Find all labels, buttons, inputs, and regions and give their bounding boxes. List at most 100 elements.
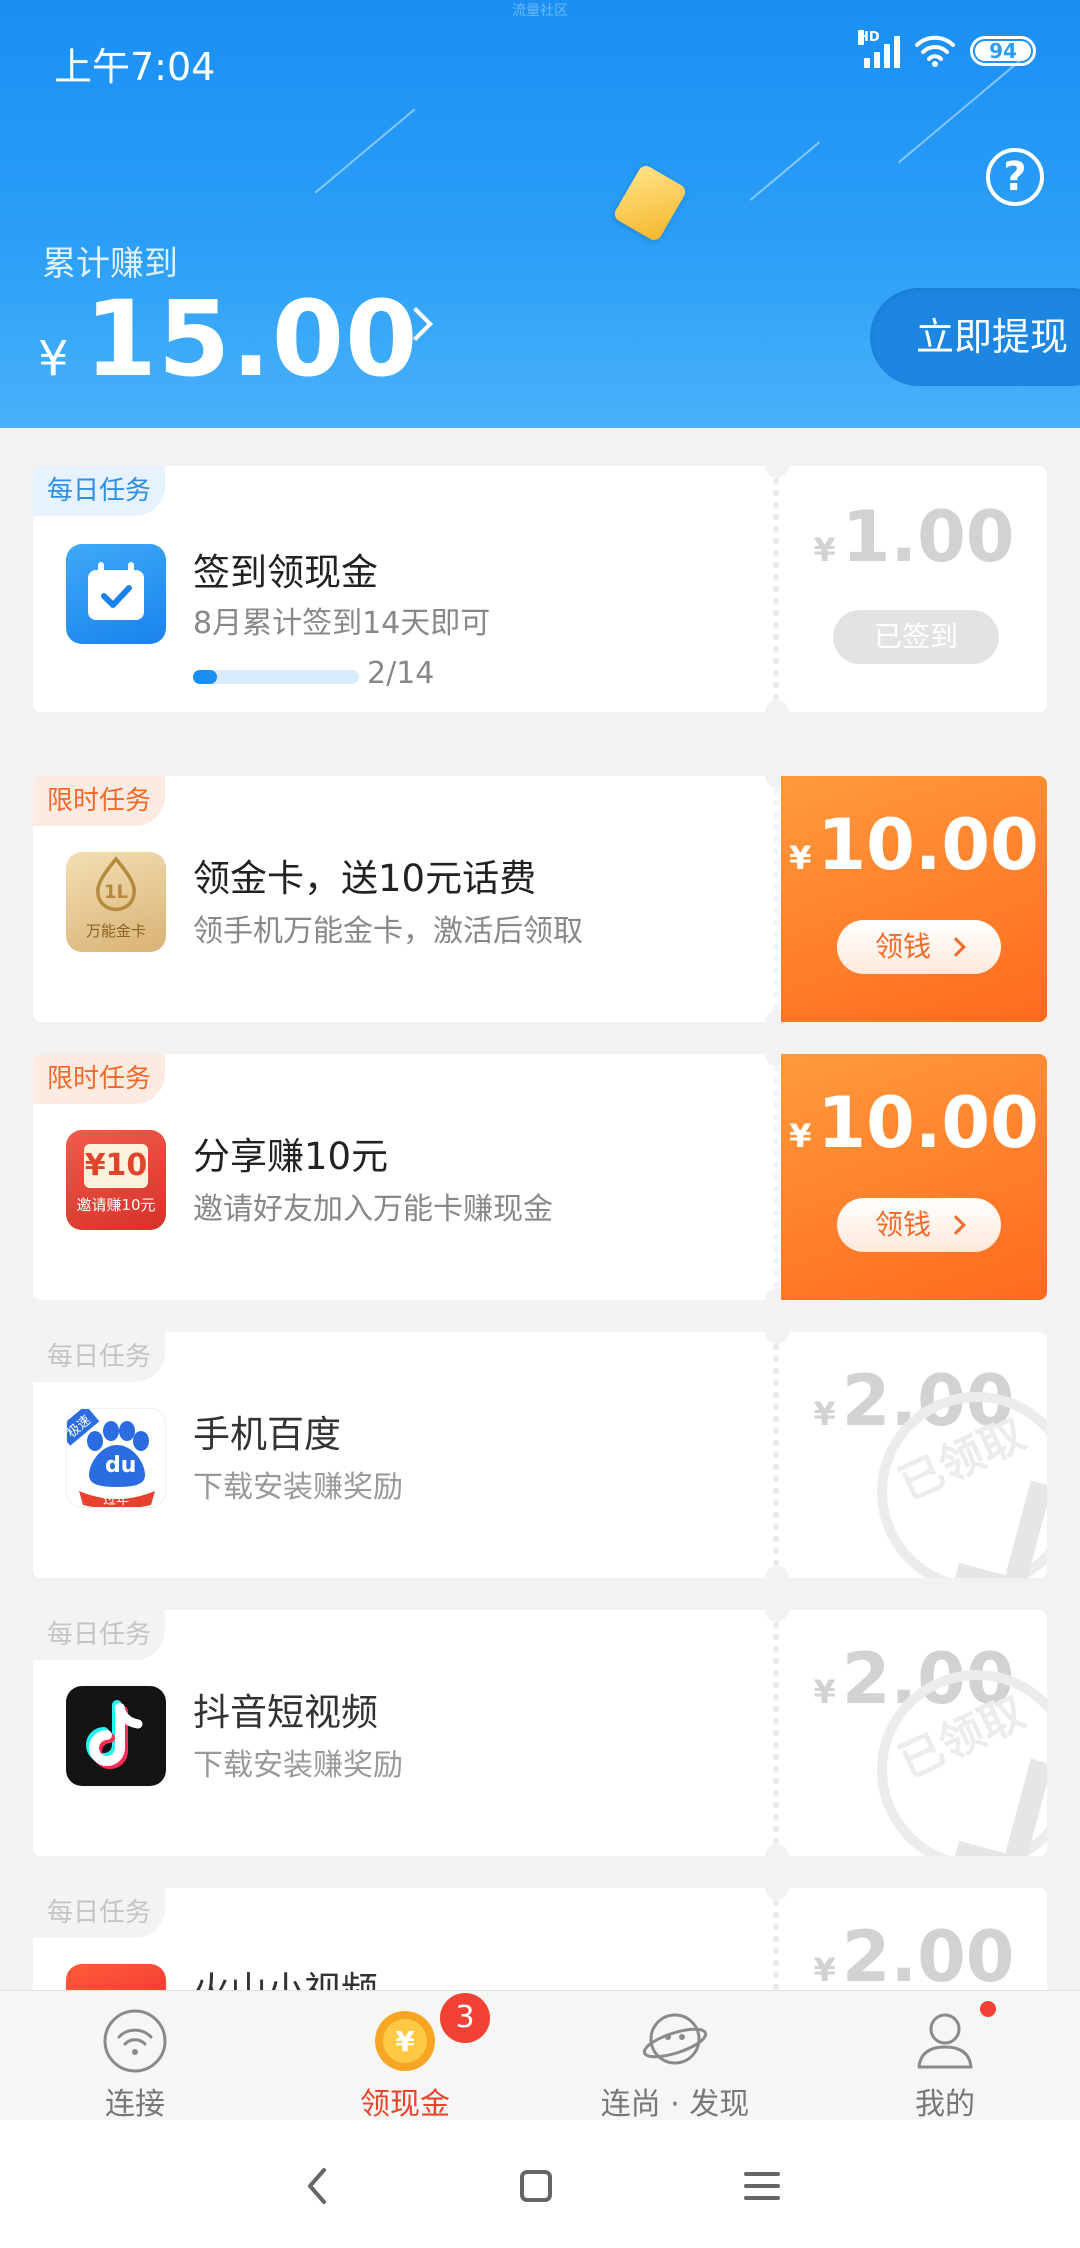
reward-value: 1.00 [841,496,1015,578]
task-card-baidu[interactable]: 每日任务 du 极速 过年 手机百度 下载安装赚奖励 ¥ 2.00 已领取 [33,1332,1047,1578]
claim-button[interactable]: 领钱 [837,920,1001,974]
wifi-connect-icon [103,2009,167,2073]
reward-panel: ¥ 10.00 领钱 [781,776,1047,1022]
task-card-share[interactable]: 限时任务 ¥10 邀请赚10元 分享赚10元 邀请好友加入万能卡赚现金 ¥ 10… [33,1054,1047,1300]
wifi-icon [915,35,955,67]
coupon-icon: ¥10 邀请赚10元 [66,1130,166,1230]
signin-progress-fill [193,670,217,684]
claim-label: 领钱 [874,930,931,963]
reward-value: 10.00 [817,1082,1039,1164]
calendar-check-icon [66,544,166,644]
back-icon[interactable] [290,2158,346,2214]
task-card-douyin[interactable]: 每日任务 抖音短视频 下载安装赚奖励 ¥ 2.00 已领取 [33,1610,1047,1856]
reward-panel: ¥ 2.00 已领取 [781,1610,1047,1856]
tab-cash[interactable]: ¥ 3 领现金 [270,1991,540,2122]
ticket-divider [773,1344,779,1566]
task-tag: 限时任务 [33,1054,166,1104]
earned-value: 15.00 [84,278,419,400]
svg-text:¥: ¥ [395,2025,415,2058]
claim-label: 领钱 [874,1208,931,1241]
tab-label: 我的 [915,2087,975,2122]
currency-symbol: ¥ [813,1395,836,1433]
decor-streak [314,108,416,194]
currency-symbol: ¥ [789,839,812,877]
baidu-icon: du 极速 过年 [66,1408,166,1508]
status-time: 上午7:04 [54,45,216,89]
system-navigation-bar [0,2120,1080,2248]
signal-icon: HD [858,30,900,68]
task-subtitle: 8月累计签到14天即可 [193,606,491,641]
decor-streak [749,141,821,201]
network-type: HD [858,30,880,45]
currency-symbol: ¥ [789,1117,812,1155]
gold-card-icon: 1L 万能金卡 [66,852,166,952]
tab-label: 领现金 [360,2087,450,2122]
task-title: 抖音短视频 [193,1691,378,1734]
reward-amount: ¥ 10.00 [781,804,1047,886]
reward-amount: ¥ 1.00 [781,496,1047,578]
douyin-icon [66,1686,166,1786]
ticket-divider [773,478,779,700]
reward-value: 10.00 [817,804,1039,886]
task-title: 分享赚10元 [193,1135,389,1178]
task-tag: 每日任务 [33,1610,166,1660]
reward-amount: ¥ 2.00 [781,1916,1047,1998]
signed-in-button[interactable]: 已签到 [833,610,999,664]
withdraw-button[interactable]: 立即提现 [870,288,1080,386]
tab-connect[interactable]: 连接 [0,1991,270,2122]
tab-label: 连接 [105,2087,165,2122]
planet-icon [642,2013,708,2065]
tab-mine[interactable]: 我的 [810,1991,1080,2122]
currency-symbol: ¥ [813,531,836,569]
reward-panel: ¥ 10.00 领钱 [781,1054,1047,1300]
task-tag: 限时任务 [33,776,166,826]
claim-button[interactable]: 领钱 [837,1198,1001,1252]
notification-dot [980,2001,996,2017]
baidu-ribbon: 过年 [103,1493,130,1508]
flying-coin-icon [611,163,689,243]
earned-amount[interactable]: ¥ 15.00 [38,278,419,400]
coupon-value: ¥10 [84,1144,148,1188]
task-subtitle: 下载安装赚奖励 [193,1748,403,1783]
chevron-right-icon [946,937,966,957]
currency-symbol: ¥ [813,1673,836,1711]
watermark: 流量社区 [512,3,568,19]
signin-progress-text: 2/14 [367,656,435,691]
status-icons: HD 94 [858,30,1036,68]
menu-icon[interactable] [734,2158,790,2214]
notification-badge: 3 [440,1993,490,2043]
task-tag: 每日任务 [33,1332,166,1382]
ticket-divider [773,1066,779,1288]
reward-panel: ¥ 2.00 已领取 [781,1332,1047,1578]
earnings-header: 流量社区 上午7:04 HD 94 ? 累计赚到 ¥ 15.00 立即提现 [0,0,1080,428]
chevron-right-icon [946,1215,966,1235]
tab-discover[interactable]: 连尚 · 发现 [540,1991,810,2122]
reward-amount: ¥ 10.00 [781,1082,1047,1164]
tab-label: 连尚 · 发现 [600,2087,750,2122]
user-icon [917,2013,973,2069]
coupon-text: 邀请赚10元 [76,1196,156,1214]
signin-progress-bar [193,670,359,684]
ticket-divider [773,1622,779,1844]
task-subtitle: 下载安装赚奖励 [193,1470,403,1505]
task-card-signin[interactable]: 每日任务 签到领现金 8月累计签到14天即可 2/14 ¥ 1.00 已签到 [33,466,1047,712]
decor-streak [898,58,1022,164]
task-title: 签到领现金 [193,551,378,594]
svg-text:1L: 1L [104,882,129,903]
reward-panel: ¥ 1.00 已签到 [781,466,1047,712]
task-tag: 每日任务 [33,1888,166,1938]
currency-symbol: ¥ [813,1951,836,1989]
coin-icon: ¥ [375,2011,435,2071]
question-circle-icon[interactable]: ? [986,148,1044,206]
task-title: 手机百度 [193,1413,341,1456]
battery-icon: 94 [970,36,1036,66]
task-subtitle: 邀请好友加入万能卡赚现金 [193,1192,553,1227]
task-subtitle: 领手机万能金卡，激活后领取 [193,914,583,949]
reward-value: 2.00 [841,1916,1015,1998]
task-card-gold-card[interactable]: 限时任务 1L 万能金卡 领金卡，送10元话费 领手机万能金卡，激活后领取 ¥ … [33,776,1047,1022]
baidu-text: du [105,1453,137,1478]
currency-symbol: ¥ [38,331,69,387]
home-icon[interactable] [508,2158,564,2214]
bottom-tab-bar: 连接 ¥ 3 领现金 连尚 · 发现 我的 [0,1990,1080,2122]
task-tag: 每日任务 [33,466,166,516]
